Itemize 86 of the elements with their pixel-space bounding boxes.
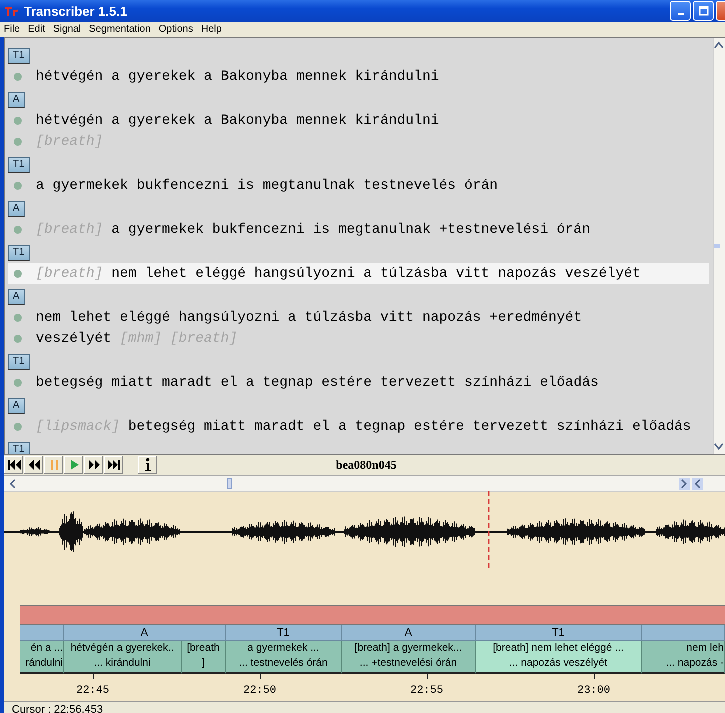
- segment-text: ... testnevelés órán: [238, 656, 329, 671]
- segment-cell[interactable]: nem leh ... napozás -: [642, 641, 725, 674]
- window-title: Transcriber 1.5.1: [24, 4, 128, 18]
- segment-cell[interactable]: [breath] a gyermekek... ... +testnevelési órán: [342, 641, 476, 674]
- minimize-button[interactable]: [670, 1, 691, 21]
- scroll-thumb-icon[interactable]: [227, 478, 233, 490]
- segment-text: [breath] nem lehet eléggé ...: [492, 641, 625, 656]
- segment-cell[interactable]: én a ... rándulni: [20, 641, 64, 674]
- cursor-position-text: Cursor : 22:56.453: [12, 704, 104, 713]
- transcript-text: betegség miatt maradt el a tegnap estére tervezett színházi előadás: [128, 418, 692, 434]
- close-button[interactable]: [716, 1, 725, 21]
- segment-text: hétvégén a gyerekek..: [70, 641, 176, 656]
- segment-text: én a ...: [30, 641, 63, 656]
- fast-forward-button[interactable]: [84, 456, 103, 474]
- scroll-arrows-icon[interactable]: [679, 478, 703, 490]
- skip-to-start-icon: [6, 457, 22, 473]
- speaker-turn-cell[interactable]: T1: [476, 625, 642, 641]
- speaker-turn-cell[interactable]: T1: [226, 625, 342, 641]
- speaker-turn-cell[interactable]: [20, 625, 64, 641]
- transcript-text: a gyermekek bukfencezni is megtanulnak +testnevelési órán: [112, 222, 590, 238]
- segment-bullet-icon[interactable]: [14, 116, 22, 124]
- segment-text: ... napozás -: [665, 656, 724, 671]
- time-tick-label: 22:50: [243, 685, 276, 697]
- speaker-turn-cell[interactable]: [642, 625, 725, 641]
- speaker-button[interactable]: A: [8, 289, 25, 305]
- segment-text: ... kirándulni: [93, 656, 152, 671]
- segment-bullet-icon[interactable]: [14, 378, 22, 386]
- vertical-scrollbar[interactable]: [713, 38, 725, 454]
- transcript-text: betegség miatt maradt el a tegnap estére tervezett színházi előadás: [36, 374, 599, 390]
- segment-text: nem leh: [686, 641, 724, 656]
- speaker-button[interactable]: A: [8, 201, 25, 217]
- time-tick-label: 23:00: [577, 685, 610, 697]
- rewind-button[interactable]: [24, 456, 43, 474]
- menu-item[interactable]: File: [4, 24, 20, 35]
- segment-bullet-icon[interactable]: [14, 226, 22, 234]
- segment-text: ... +testnevelési órán: [358, 656, 458, 671]
- maximize-button[interactable]: [693, 1, 714, 21]
- speaker-button[interactable]: T1: [8, 354, 30, 370]
- segment-text: [breath: [186, 641, 221, 656]
- segment-bullet-icon[interactable]: [14, 314, 22, 322]
- scroll-thumb-icon[interactable]: [714, 243, 720, 249]
- segment-text: ... napozás veszélyét: [508, 656, 609, 671]
- skip-to-end-icon: [106, 457, 122, 473]
- segment-bullet-icon[interactable]: [14, 182, 22, 190]
- segment-bullet-icon[interactable]: [14, 270, 22, 278]
- file-name: bea080n045: [335, 458, 398, 472]
- skip-to-end-button[interactable]: [104, 456, 123, 474]
- event-tag: [breath]: [36, 266, 104, 282]
- horizontal-scrollbar[interactable]: [4, 476, 725, 492]
- transcript-text: nem lehet eléggé hangsúlyozni a túlzásba vitt napozás +eredményét: [36, 310, 582, 326]
- segment-bullet-icon[interactable]: [14, 422, 22, 430]
- segment-text: a gyermekek ...: [246, 641, 320, 656]
- menu-item[interactable]: Segmentation: [89, 24, 151, 35]
- segment-text: [breath] a gyermekek...: [354, 641, 464, 656]
- maximize-icon: [698, 6, 708, 16]
- segment-bullet-icon[interactable]: [14, 138, 22, 146]
- speaker-button[interactable]: T1: [8, 245, 30, 261]
- segment-bullet-icon[interactable]: [14, 72, 22, 80]
- transcript-text: veszélyét: [36, 330, 112, 346]
- skip-to-start-button[interactable]: [4, 456, 23, 474]
- transcript-text: nem lehet eléggé hangsúlyozni a túlzásba vitt napozás veszélyét: [112, 266, 641, 282]
- time-tick-label: 22:45: [76, 685, 110, 697]
- menu-item[interactable]: Help: [201, 24, 222, 35]
- speaker-button[interactable]: T1: [8, 157, 30, 173]
- menu-item[interactable]: Signal: [53, 24, 82, 35]
- transcript-text: a gyermekek bukfencezni is megtanulnak testnevelés órán: [36, 178, 498, 194]
- segment-cell[interactable]: [breath ]: [182, 641, 226, 674]
- speaker-button[interactable]: A: [8, 398, 25, 414]
- segment-bullet-icon[interactable]: [14, 334, 22, 342]
- speaker-button[interactable]: A: [8, 92, 25, 108]
- segment-text: rándulni: [24, 656, 63, 671]
- segment-cell[interactable]: [breath] nem lehet eléggé ... ... napozás veszélyét: [476, 641, 642, 674]
- speaker-turn-cell[interactable]: A: [342, 625, 476, 641]
- segment-cell[interactable]: hétvégén a gyerekek.. ... kirándulni: [64, 641, 182, 674]
- speaker-button[interactable]: T1: [8, 442, 30, 454]
- transcript-text: hétvégén a gyerekek a Bakonyba mennek kirándulni: [36, 68, 440, 84]
- speaker-turn-cell[interactable]: A: [64, 625, 226, 641]
- speaker-button[interactable]: T1: [8, 48, 30, 64]
- transcript-text: hétvégén a gyerekek a Bakonyba mennek kirándulni: [36, 112, 440, 128]
- time-tick-label: 22:55: [410, 685, 444, 697]
- menu-item[interactable]: Edit: [28, 24, 46, 35]
- segment-text: ]: [201, 656, 206, 671]
- app-logo-icon: [4, 5, 20, 17]
- segment-cell[interactable]: a gyermekek ... ... testnevelés órán: [226, 641, 342, 674]
- menu-item[interactable]: Options: [158, 24, 194, 35]
- info-button[interactable]: [138, 456, 157, 474]
